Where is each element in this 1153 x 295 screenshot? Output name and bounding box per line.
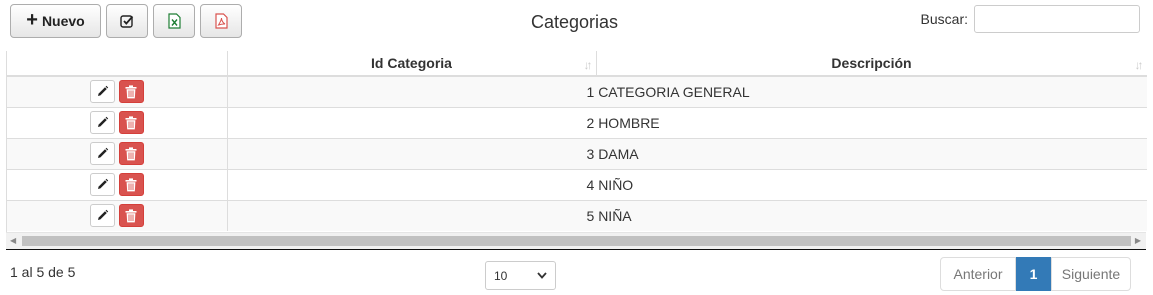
row-data-cell: 1 CATEGORIA GENERAL bbox=[227, 75, 1147, 107]
page-length-value: 10 bbox=[494, 268, 508, 283]
column-header-actions bbox=[7, 51, 228, 77]
edit-button[interactable] bbox=[89, 204, 115, 228]
row-data-cell: 5 NIÑA bbox=[227, 199, 1147, 231]
edit-button[interactable] bbox=[89, 142, 115, 165]
search-box: Buscar: bbox=[921, 5, 1140, 33]
page-title: Categorias bbox=[531, 12, 619, 32]
table-row: 5 NIÑA bbox=[7, 199, 1147, 231]
row-data-cell: 3 DAMA bbox=[227, 137, 1147, 169]
trash-icon bbox=[125, 209, 137, 223]
edit-button[interactable] bbox=[89, 111, 115, 134]
pencil-icon bbox=[97, 210, 108, 221]
delete-button[interactable] bbox=[118, 111, 144, 134]
category-description: CATEGORIA GENERAL bbox=[598, 83, 750, 100]
sort-icon: ↓↑ bbox=[1134, 58, 1144, 72]
row-actions-cell bbox=[7, 168, 228, 200]
table-bottom-border bbox=[6, 249, 1146, 250]
chevron-down-icon bbox=[537, 272, 547, 279]
row-data-cell: 4 NIÑO bbox=[227, 168, 1147, 200]
pencil-icon bbox=[97, 116, 108, 127]
trash-icon bbox=[125, 146, 137, 160]
category-id: 4 bbox=[586, 176, 595, 193]
trash-icon bbox=[125, 85, 137, 99]
table-row: 4 NIÑO bbox=[7, 168, 1147, 200]
scroll-left-arrow-icon[interactable]: ◀ bbox=[10, 236, 16, 245]
category-description: DAMA bbox=[598, 145, 639, 162]
row-actions-cell bbox=[7, 75, 228, 107]
delete-button[interactable] bbox=[118, 142, 144, 165]
delete-button[interactable] bbox=[118, 173, 144, 196]
scroll-thumb[interactable] bbox=[22, 236, 1131, 246]
category-description: NIÑO bbox=[598, 176, 634, 193]
edit-button[interactable] bbox=[89, 80, 115, 104]
plus-icon: + bbox=[26, 9, 38, 31]
toolbar: + Nuevo bbox=[10, 4, 242, 38]
search-input[interactable] bbox=[974, 5, 1140, 33]
edit-button[interactable] bbox=[89, 173, 115, 196]
page-1-button[interactable]: 1 bbox=[1016, 257, 1051, 291]
category-id: 1 bbox=[586, 83, 595, 100]
category-description: NIÑA bbox=[598, 207, 632, 224]
excel-file-icon bbox=[167, 13, 181, 29]
new-button-label: Nuevo bbox=[41, 13, 85, 29]
delete-button[interactable] bbox=[118, 204, 144, 228]
previous-page-button[interactable]: Anterior bbox=[940, 257, 1016, 291]
table-row: 1 CATEGORIA GENERAL bbox=[7, 75, 1147, 107]
row-data-cell: 2 HOMBRE bbox=[227, 106, 1147, 138]
row-actions-cell bbox=[7, 199, 228, 231]
pagination: Anterior 1 Siguiente bbox=[940, 257, 1131, 291]
pencil-icon bbox=[97, 86, 108, 97]
new-button[interactable]: + Nuevo bbox=[10, 4, 101, 38]
check-square-icon bbox=[120, 15, 134, 28]
select-all-button[interactable] bbox=[106, 4, 148, 38]
table-row: 2 HOMBRE bbox=[7, 106, 1147, 138]
pencil-icon bbox=[97, 178, 108, 189]
category-description: HOMBRE bbox=[598, 114, 660, 131]
sort-icon: ↓↑ bbox=[583, 58, 593, 72]
search-label: Buscar: bbox=[920, 11, 968, 27]
category-id: 2 bbox=[586, 114, 595, 131]
pencil-icon bbox=[97, 147, 108, 158]
category-id: 5 bbox=[586, 207, 595, 224]
page-length-select[interactable]: 10 bbox=[485, 261, 556, 290]
row-actions-cell bbox=[7, 137, 228, 169]
horizontal-scrollbar[interactable]: ◀ ▶ bbox=[6, 232, 1146, 249]
trash-icon bbox=[125, 177, 137, 191]
categories-table: Id Categoria ↓↑ Descripción ↓↑ 1 CATEGORIA… bbox=[6, 51, 1147, 247]
delete-button[interactable] bbox=[118, 80, 144, 104]
row-actions-cell bbox=[7, 106, 228, 138]
table-row: 3 DAMA bbox=[7, 137, 1147, 169]
column-header-id[interactable]: Id Categoria ↓↑ bbox=[227, 51, 597, 77]
export-excel-button[interactable] bbox=[153, 4, 195, 38]
export-pdf-button[interactable] bbox=[200, 4, 242, 38]
pdf-file-icon bbox=[214, 13, 228, 29]
table-info: 1 al 5 de 5 bbox=[10, 264, 76, 280]
column-header-description[interactable]: Descripción ↓↑ bbox=[596, 51, 1147, 77]
category-id: 3 bbox=[586, 145, 595, 162]
trash-icon bbox=[125, 115, 137, 129]
next-page-button[interactable]: Siguiente bbox=[1051, 257, 1131, 291]
scroll-right-arrow-icon[interactable]: ▶ bbox=[1135, 236, 1141, 245]
